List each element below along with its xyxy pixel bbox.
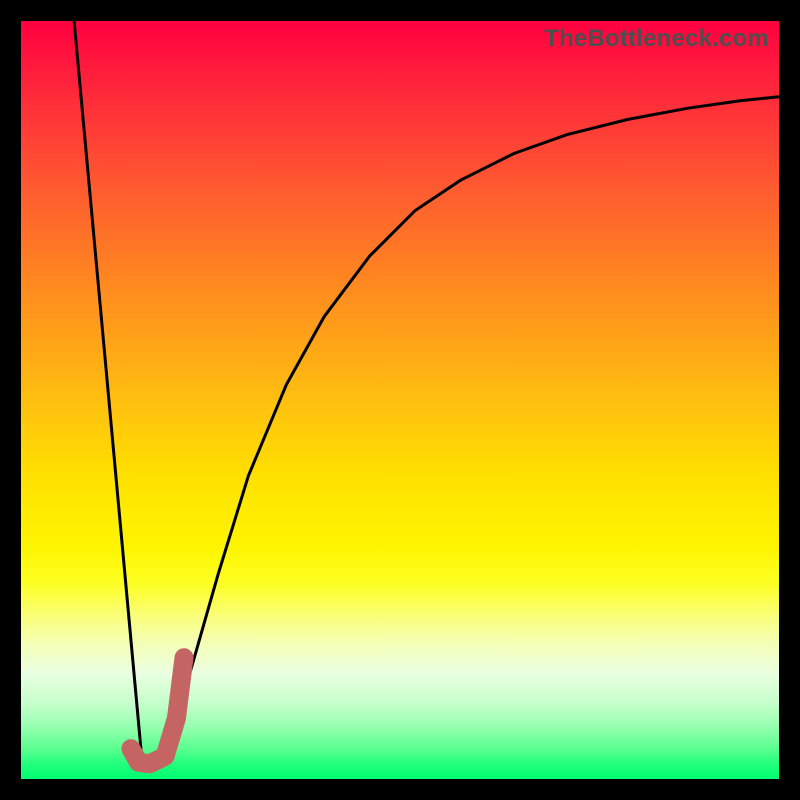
chart-frame: TheBottleneck.com [0, 0, 800, 800]
left-line-path [74, 21, 142, 764]
plot-area: TheBottleneck.com [21, 21, 779, 779]
chart-svg [21, 21, 779, 779]
right-curve-path [165, 97, 779, 757]
